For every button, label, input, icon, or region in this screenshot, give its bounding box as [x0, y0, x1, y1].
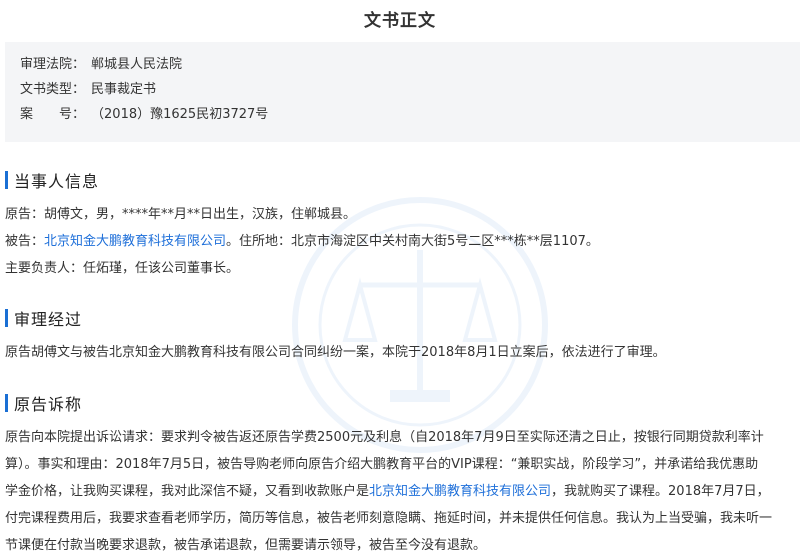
claim-body: 原告向本院提出诉讼请求：要求判令被告返还原告学费2500元及利息（自2018年7… [5, 424, 795, 557]
court-row: 审理法院： 郸城县人民法院 [20, 52, 800, 77]
trial-text: 原告胡傅文与被告北京知金大鹏教育科技有限公司合同纠纷一案，本院于2018年8月1… [5, 345, 666, 360]
parties-heading-text: 当事人信息 [14, 172, 100, 191]
case-info-box: 审理法院： 郸城县人民法院 文书类型： 民事裁定书 案 号： （2018）豫1625民… [5, 42, 800, 142]
trial-heading: 审理经过 [5, 306, 82, 330]
claim-line: 学金价格，让我购买课程，我对此深信不疑，又看到收款账户是北京知金大鹏教育科技有限… [5, 484, 770, 499]
caseno-label: 案 号 [20, 107, 73, 122]
claim-heading-text: 原告诉称 [14, 395, 83, 414]
trial-heading-text: 审理经过 [14, 310, 83, 329]
doctype-row: 文书类型： 民事裁定书 [20, 77, 800, 102]
claim-line: 节课便在付款当晚要求退款，被告承诺退款，但需要请示领导，被告至今没有退款。 [5, 538, 487, 553]
defendant-company-link[interactable]: 北京知金大鹏教育科技有限公司 [44, 234, 226, 249]
parties-body: 原告：胡傅文，男，****年**月**日出生，汉族，住郸城县。 被告：北京知金大… [5, 201, 795, 282]
claim-line: 付完课程费用后，我要求查看老师学历，简历等信息，被告老师刻意隐瞒、拖延时间，并未… [5, 511, 773, 526]
plaintiff-line: 原告：胡傅文，男，****年**月**日出生，汉族，住郸城县。 [5, 207, 357, 222]
defendant-line: 被告：北京知金大鹏教育科技有限公司。住所地：北京市海淀区中关村南大街5号二区**… [5, 234, 599, 249]
doctype-label: 文书类型 [20, 82, 73, 97]
parties-heading: 当事人信息 [5, 168, 99, 192]
caseno-row: 案 号： （2018）豫1625民初3727号 [20, 102, 800, 127]
document-title: 文书正文 [364, 11, 436, 31]
court-label: 审理法院 [20, 57, 73, 72]
doctype-value: 民事裁定书 [91, 82, 157, 97]
court-value: 郸城县人民法院 [91, 57, 183, 72]
principal-line: 主要负责人：任炻瑾，任该公司董事长。 [5, 261, 240, 276]
claim-heading: 原告诉称 [5, 391, 82, 415]
claim-line: 算）。事实和理由：2018年7月5日，被告导购老师向原告介绍大鹏教育平台的VIP… [5, 457, 759, 472]
claim-line: 原告向本院提出诉讼请求：要求判令被告返还原告学费2500元及利息（自2018年7… [5, 430, 764, 445]
section-marker [5, 394, 8, 412]
section-marker [5, 309, 8, 327]
trial-body: 原告胡傅文与被告北京知金大鹏教育科技有限公司合同纠纷一案，本院于2018年8月1… [5, 339, 795, 366]
company-link[interactable]: 北京知金大鹏教育科技有限公司 [369, 484, 551, 499]
caseno-value: （2018）豫1625民初3727号 [91, 107, 269, 122]
section-marker [5, 171, 8, 189]
